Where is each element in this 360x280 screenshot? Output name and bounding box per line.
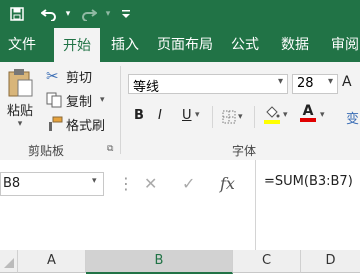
paintbrush-icon [49,116,63,131]
cancel-icon[interactable]: ✕ [144,172,157,196]
font-name-value: 等线 [133,80,160,95]
undo-icon[interactable] [38,0,60,28]
ribbon: 粘贴 ▾ ✂ 剪切 复制 ▾ 格式刷 剪贴板 ⧉ 等线 ▾ 28 ▾ A B I… [0,62,360,161]
formula-bar: B8 ▾ ⋮ ✕ ✓ fx =SUM(B3:B7) [0,160,360,250]
phonetic-icon[interactable]: 变 [346,108,359,127]
clipboard-group-label: 剪贴板 [28,144,65,158]
name-box[interactable]: B8 [0,172,104,196]
chevron-down-icon[interactable]: ▾ [195,110,200,120]
font-size-value: 28 [297,76,314,91]
bold-button[interactable]: B [134,108,144,123]
clipboard-icon [8,69,33,97]
font-name-box[interactable]: 等线 ▾ [128,74,288,95]
tab-file[interactable]: 文件 [0,28,44,62]
group-divider [212,106,213,128]
group-divider [120,66,121,154]
increase-font-icon[interactable]: A [342,74,352,90]
fill-color-button[interactable] [264,106,280,124]
sheet-grid: A B C D [0,250,360,280]
paste-label: 粘贴 [6,104,33,119]
font-group-label: 字体 [232,144,257,158]
column-header-c[interactable]: C [233,250,301,273]
cut-label: 剪切 [66,70,93,86]
enter-icon[interactable]: ✓ [182,172,195,196]
save-icon[interactable] [6,0,28,28]
font-color-glyph: A [302,103,314,119]
column-header-d[interactable]: D [301,250,360,273]
chevron-down-icon[interactable]: ▾ [320,110,325,120]
borders-button[interactable]: ▾ [222,110,243,124]
chevron-down-icon: ▾ [327,76,333,87]
column-header-b[interactable]: B [86,250,233,274]
paint-bucket-icon [266,106,280,118]
format-painter-button[interactable]: 格式刷 [46,114,105,134]
tab-insert[interactable]: 插入 [102,28,148,62]
chevron-down-icon: ▾ [277,76,283,87]
fx-icon[interactable]: fx [220,172,235,196]
copy-button[interactable]: 复制 ▾ [46,90,105,110]
tab-page-layout[interactable]: 页面布局 [152,28,218,62]
chevron-down-icon: ▾ [238,112,243,122]
name-box-value: B8 [3,176,21,191]
format-painter-label: 格式刷 [66,118,106,134]
chevron-down-icon[interactable]: ▾ [92,176,97,186]
font-color-button[interactable]: A [300,104,316,122]
dialog-launcher-icon[interactable]: ⧉ [107,144,113,154]
borders-icon [222,110,236,124]
underline-button[interactable]: U [182,108,192,123]
font-color-swatch [300,118,316,122]
column-header-a[interactable]: A [18,250,86,273]
select-all-corner[interactable] [0,250,18,273]
copy-label: 复制 [66,94,93,110]
fill-color-swatch [264,120,280,124]
group-divider [254,106,255,128]
select-all-icon [3,258,14,268]
undo-dropdown-icon[interactable]: ▾ [62,0,74,28]
formula-text: =SUM(B3:B7) [264,174,353,189]
tab-review[interactable]: 审阅 [322,28,360,62]
formula-input[interactable]: =SUM(B3:B7) [255,160,360,250]
ribbon-tabs: 文件 开始 插入 页面布局 公式 数据 审阅 [0,28,360,63]
tab-data[interactable]: 数据 [272,28,318,62]
tab-home[interactable]: 开始 [54,28,100,63]
quick-access-toolbar: ▾ ▾ [0,0,360,28]
copy-icon [46,92,62,108]
chevron-down-icon[interactable]: ▾ [100,95,105,105]
tab-formulas[interactable]: 公式 [222,28,268,62]
font-size-box[interactable]: 28 ▾ [292,74,338,94]
dots-icon: ⋮ [118,174,134,193]
chevron-down-icon[interactable]: ▾ [283,110,288,120]
chevron-down-icon[interactable] [118,0,134,28]
scissors-icon: ✂ [46,67,59,85]
paste-button[interactable]: 粘贴 ▾ [2,68,38,136]
cut-button[interactable]: ✂ 剪切 [46,66,92,86]
redo-dropdown-icon[interactable]: ▾ [102,0,114,28]
redo-icon[interactable] [78,0,100,28]
chevron-down-icon: ▾ [17,119,23,129]
italic-button[interactable]: I [158,108,162,123]
